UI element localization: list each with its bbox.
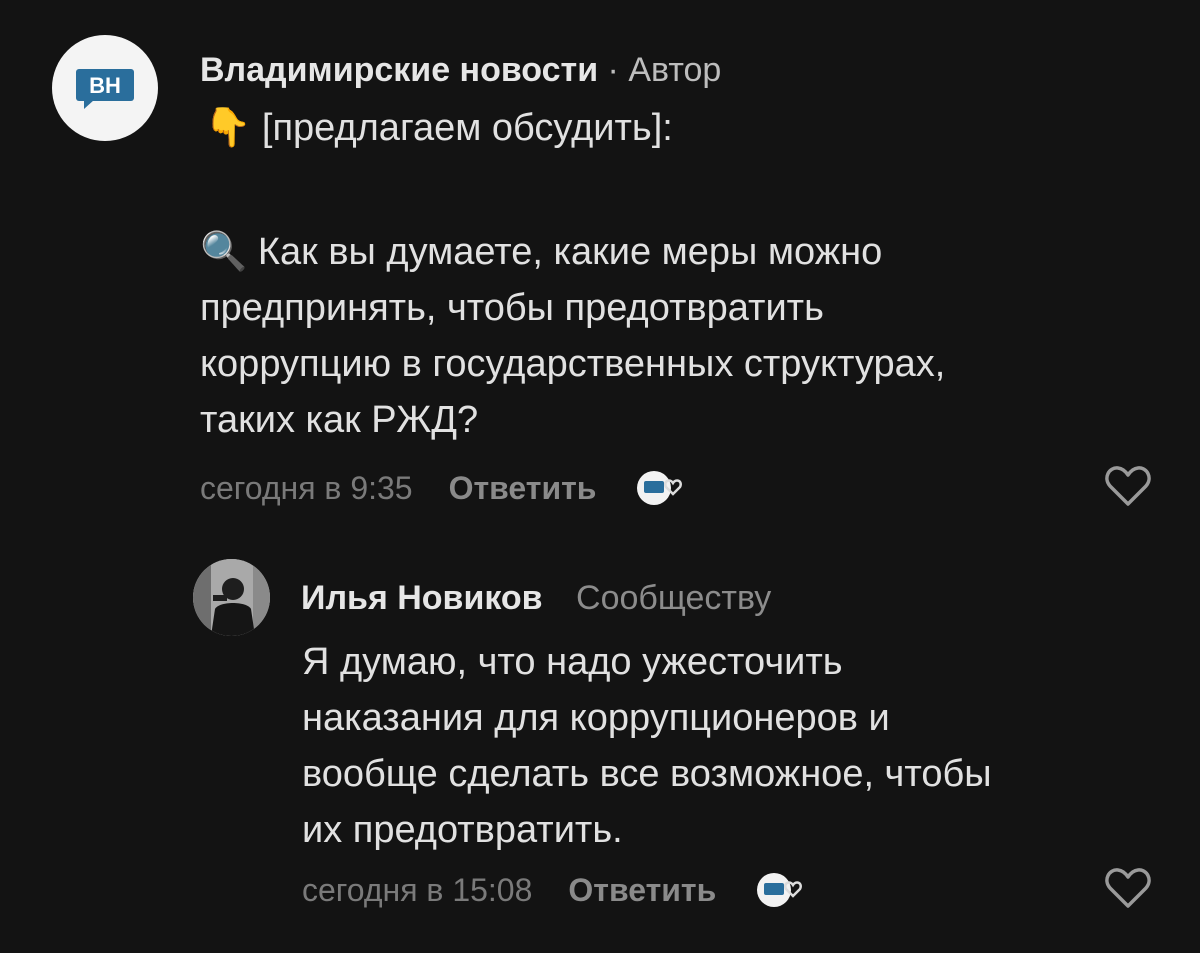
- reply-meta: сегодня в 15:08 Ответить: [302, 868, 808, 912]
- avatar-logo-text: ВН: [89, 73, 121, 98]
- author-heart-badge-icon: [636, 468, 688, 508]
- author-separator: ·: [607, 51, 619, 89]
- comment-intro-line: 👇 [предлагаем обсудить]:: [204, 100, 673, 156]
- author-role-badge: Автор: [628, 51, 722, 89]
- pointing-down-emoji-icon: 👇: [204, 107, 252, 149]
- author-line: Владимирские новости · Автор: [200, 46, 721, 94]
- reply-body-line-2: наказания для коррупционеров и: [302, 697, 890, 739]
- reply-button[interactable]: Ответить: [449, 466, 597, 510]
- reply-body: Я думаю, что надо ужесточить наказания д…: [302, 634, 992, 858]
- reply-timestamp: сегодня в 15:08: [302, 872, 533, 908]
- community-avatar[interactable]: ВН: [52, 35, 158, 141]
- comment-body-line-4: таких как РЖД?: [200, 399, 479, 441]
- author-heart-badge-icon: [756, 870, 808, 910]
- comment-body-line-2: предпринять, чтобы предотвратить: [200, 287, 824, 329]
- reply-reply-button[interactable]: Ответить: [568, 868, 716, 912]
- comment-intro-text: [предлагаем обсудить]:: [261, 107, 673, 149]
- vn-logo-icon: ВН: [76, 69, 134, 109]
- comment-meta: сегодня в 9:35 Ответить: [200, 466, 688, 510]
- comment-timestamp: сегодня в 9:35: [200, 470, 413, 506]
- reply-body-line-4: их предотвратить.: [302, 809, 623, 851]
- comment-body-line-1: 🔍 Как вы думаете, какие меры можно: [200, 231, 883, 273]
- reply-author-name[interactable]: Илья Новиков: [301, 579, 543, 617]
- reply-like-heart-icon[interactable]: [1104, 866, 1152, 910]
- reply-body-line-1: Я думаю, что надо ужесточить: [302, 641, 843, 683]
- magnifier-emoji-icon: 🔍: [200, 231, 248, 273]
- comment-body-line-3: коррупцию в государственных структурах,: [200, 343, 946, 385]
- person-photo-icon: [193, 559, 270, 636]
- reply-author-line: Илья Новиков Сообществу: [301, 574, 771, 622]
- comment-body: 🔍 Как вы думаете, какие меры можно предп…: [200, 224, 945, 448]
- author-name[interactable]: Владимирские новости: [200, 51, 598, 89]
- like-heart-icon[interactable]: [1104, 464, 1152, 508]
- user-avatar[interactable]: [193, 559, 270, 636]
- reply-body-line-3: вообще сделать все возможное, чтобы: [302, 753, 992, 795]
- reply-recipient[interactable]: Сообществу: [576, 579, 771, 617]
